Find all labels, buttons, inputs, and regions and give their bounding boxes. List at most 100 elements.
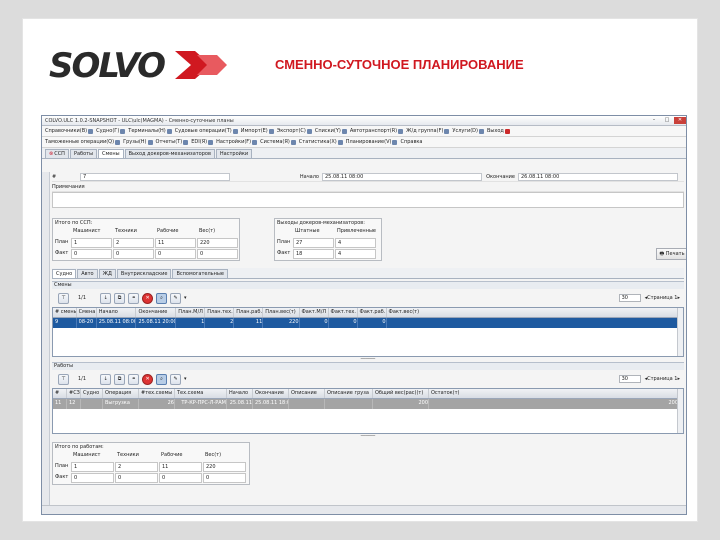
start-field[interactable]: 25.08.11 08:00 xyxy=(322,172,482,181)
works-page-size[interactable]: 30 xyxy=(618,375,641,383)
table-cell: 0 xyxy=(300,318,329,328)
menu-item[interactable]: Списки(Y) xyxy=(315,128,347,134)
column-header[interactable]: Начало xyxy=(227,389,253,398)
tab-close-icon[interactable]: ⊗ xyxy=(49,151,53,157)
menu-item-label: Услуги(D) xyxy=(452,128,478,134)
menu-item[interactable]: Статистика(Х) xyxy=(299,139,343,145)
tab[interactable]: Работы xyxy=(69,149,98,158)
tab[interactable]: Выход докеров-механизаторов xyxy=(124,149,215,158)
maximize-button[interactable]: □ xyxy=(661,117,673,124)
minimize-button[interactable]: – xyxy=(648,117,660,124)
menu-item[interactable]: Автотранспорт(R) xyxy=(350,128,404,134)
column-header[interactable]: План.вес(т) xyxy=(263,308,300,317)
filter-icon[interactable]: ⊤ xyxy=(58,292,69,304)
menu-item[interactable]: Отчеты(Т) xyxy=(156,139,189,145)
next-page-icon[interactable]: ▸ xyxy=(677,376,680,382)
filter-icon[interactable]: ⊤ xyxy=(58,373,69,385)
menu-item[interactable]: Система(Я) xyxy=(260,139,296,145)
shifts-page-size[interactable]: 30 xyxy=(618,294,641,302)
column-header[interactable]: #тех.схемы xyxy=(139,389,175,398)
menu-item[interactable]: Услуги(D) xyxy=(452,128,484,134)
column-header[interactable]: Факт.вес(т) xyxy=(387,308,683,317)
column-header[interactable]: Факт.тех. xyxy=(329,308,358,317)
menu-item[interactable]: Настройки(F) xyxy=(216,139,258,145)
table-row[interactable]: 9 08-20 25.08.11 08:00 25.08.11 20:00 1 2 11 22… xyxy=(53,318,683,328)
export-icon[interactable]: ↓ xyxy=(100,373,112,385)
search-icon[interactable]: ⌕ xyxy=(156,292,168,304)
note-field[interactable] xyxy=(52,192,684,208)
value-cell: 11 xyxy=(159,462,202,472)
dockers-box: Выходы докеров-механизаторов: Штатные При… xyxy=(274,218,382,261)
edit-icon[interactable]: ✎ xyxy=(170,373,182,385)
edit-icon[interactable]: ✎ xyxy=(170,292,182,304)
next-page-icon[interactable]: ▸ xyxy=(677,295,680,301)
subtab[interactable]: Судно xyxy=(52,269,77,278)
column-header[interactable]: Начало xyxy=(97,308,137,317)
delete-icon[interactable]: ✕ xyxy=(142,373,154,385)
column-header[interactable]: Факт.М/Л xyxy=(300,308,329,317)
subtab[interactable]: Авто xyxy=(77,269,98,278)
column-header[interactable]: Окончание xyxy=(136,308,177,317)
menu-item[interactable]: Экспорт(С) xyxy=(277,128,312,134)
splitter[interactable]: ══════ xyxy=(52,434,684,438)
tab-strip: ⊗ССП Работы Смены Выход докеров-механизатор… xyxy=(42,148,686,159)
tab[interactable]: ⊗ССП xyxy=(45,149,69,158)
column-header[interactable]: # смены xyxy=(53,308,77,317)
column-header[interactable]: #СЗ xyxy=(67,389,81,398)
menu-item[interactable]: Таможенные операции(Q) xyxy=(45,139,121,145)
menu-item[interactable]: Грузы(Н) xyxy=(123,139,153,145)
menu-item[interactable]: Справка xyxy=(400,139,422,145)
column-header[interactable]: Тех.схема xyxy=(175,389,227,398)
subtab[interactable]: Внутрискладские xyxy=(116,269,172,278)
subtab[interactable]: Вспомогательные xyxy=(172,269,228,278)
end-field[interactable]: 26.08.11 08:00 xyxy=(518,172,678,181)
delete-icon[interactable]: ✕ xyxy=(142,292,154,304)
column-header: Машинист xyxy=(73,228,101,234)
shifts-scrollbar[interactable] xyxy=(677,308,683,356)
column-header[interactable]: Операция xyxy=(103,389,139,398)
menu-item[interactable]: Импорт(Е) xyxy=(241,128,274,134)
column-header[interactable]: Остаток(т) xyxy=(429,389,679,398)
column-header[interactable]: Судно xyxy=(81,389,103,398)
export-icon[interactable]: ↓ xyxy=(100,292,112,304)
link-icon[interactable]: ⚭ xyxy=(128,292,140,304)
column-header[interactable]: # xyxy=(53,389,67,398)
dropdown-arrow-icon[interactable]: ▾ xyxy=(184,295,187,301)
column-header[interactable]: Смена xyxy=(77,308,97,317)
menu-item[interactable]: Судно(Г) xyxy=(96,128,126,134)
menu-item[interactable]: Терминалы(Н) xyxy=(128,128,172,134)
print-button[interactable]: 🖶 Печать xyxy=(656,248,686,260)
value-cell: 2 xyxy=(113,238,154,248)
dropdown-arrow-icon[interactable]: ▾ xyxy=(184,376,187,382)
splitter[interactable]: ══════ xyxy=(52,357,684,361)
tab[interactable]: Настройки xyxy=(215,149,253,158)
menu-item[interactable]: EDI(Я) xyxy=(191,139,214,145)
copy-icon[interactable]: ⧉ xyxy=(114,373,126,385)
menu-item[interactable]: Выход xyxy=(487,128,510,134)
column-header[interactable]: План.М/Л xyxy=(176,308,206,317)
corner-cell xyxy=(53,227,70,237)
menu-item[interactable]: Планирование(V) xyxy=(346,139,398,145)
close-button[interactable]: ✕ xyxy=(674,117,686,124)
table-cell: 1 xyxy=(176,318,206,328)
menu-item[interactable]: Справочники(В) xyxy=(45,128,94,134)
link-icon[interactable]: ⚭ xyxy=(128,373,140,385)
copy-icon[interactable]: ⧉ xyxy=(114,292,126,304)
menu-item[interactable]: Ж/д группа(F) xyxy=(406,128,450,134)
column-header[interactable]: Факт.раб. xyxy=(358,308,387,317)
subtab[interactable]: ЖД xyxy=(98,269,116,278)
num-field[interactable]: 7 xyxy=(80,172,230,181)
column-header[interactable]: Общий вес(рас)(т) xyxy=(373,389,429,398)
tab[interactable]: Смены xyxy=(98,149,124,158)
works-pager: 30 ◂ Страница 1 ▸ xyxy=(618,375,680,383)
column-header[interactable]: План.раб. xyxy=(234,308,264,317)
search-icon[interactable]: ⌕ xyxy=(156,373,168,385)
column-header[interactable]: Окончание xyxy=(253,389,289,398)
menu-item[interactable]: Судовые операции(Т) xyxy=(175,128,238,134)
column-header[interactable]: План.тех. xyxy=(205,308,235,317)
left-panel xyxy=(42,172,50,514)
works-scrollbar[interactable] xyxy=(677,389,683,433)
column-header[interactable]: Описание xyxy=(289,389,325,398)
table-row[interactable]: 11 12 Выгрузка 26 ТР-КР-ПРС-Л-РАМ 25.08.11 25.… xyxy=(53,399,683,409)
column-header[interactable]: Описание груза xyxy=(325,389,373,398)
